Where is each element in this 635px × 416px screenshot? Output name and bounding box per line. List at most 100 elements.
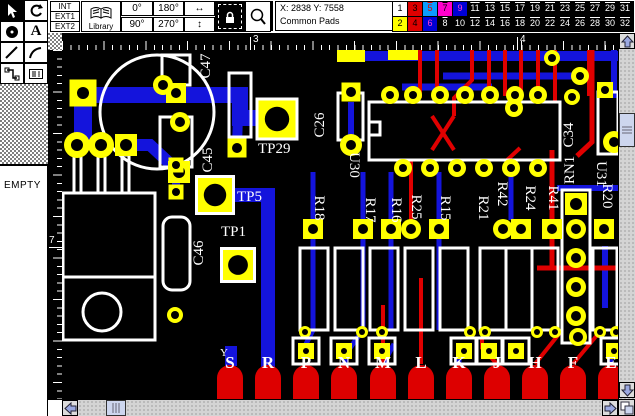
pcb-canvas[interactable]: C47C45C26C46C34TP29TP5TP1U30R18R17R16R25… [62, 50, 618, 399]
flip-horizontal-button[interactable]: ↔ [184, 1, 215, 16]
pcb-connector-letter: P [301, 353, 311, 372]
pad-tool-button[interactable] [0, 21, 24, 42]
scrollbar-gap [48, 399, 62, 416]
palette-color-25[interactable]: 25 [573, 2, 587, 16]
lock-selection-button[interactable] [215, 1, 245, 32]
thumb-grip-icon [111, 403, 121, 413]
pcb-connector-letter: E [605, 353, 616, 372]
palette-color-4[interactable]: 4 [408, 17, 422, 31]
palette-color-2[interactable]: 2 [393, 17, 407, 31]
pcb-connector-letter: Y [220, 347, 228, 359]
flip-vertical-button[interactable]: ↕ [184, 17, 215, 32]
thumb-grip-icon [622, 125, 632, 135]
library-button[interactable]: Library [81, 1, 121, 32]
rotate-0-button[interactable]: 0° [121, 1, 153, 16]
palette-color-27[interactable]: 27 [588, 2, 602, 16]
pcb-label: R42 [494, 181, 510, 206]
palette-color-7[interactable]: 7 [438, 2, 452, 16]
component-tool-button[interactable] [24, 63, 48, 84]
empty-label: EMPTY [4, 180, 47, 191]
vertical-scrollbar[interactable] [618, 33, 635, 399]
pcb-label: R17 [362, 197, 378, 223]
pcb-connector-letter: M [375, 353, 391, 372]
magnifier-icon [249, 7, 267, 27]
tool-palette: A [0, 0, 48, 84]
pcb-label: R18 [311, 195, 327, 220]
lock-icon [218, 4, 242, 29]
ruler-top: 34 [62, 33, 618, 50]
rotate-90-button[interactable]: 90° [121, 17, 153, 32]
palette-color-15[interactable]: 15 [498, 2, 512, 16]
pcb-label: TP29 [258, 141, 291, 157]
line-tool-button[interactable] [0, 42, 24, 63]
palette-color-32[interactable]: 32 [618, 17, 632, 31]
palette-color-3[interactable]: 3 [408, 2, 422, 16]
pcb-label: RN1 [562, 156, 578, 184]
pcb-label: R15 [437, 195, 453, 220]
ruler-label: 4 [520, 34, 526, 45]
palette-color-21[interactable]: 21 [543, 2, 557, 16]
text-tool-button[interactable]: A [24, 21, 48, 42]
palette-color-10[interactable]: 10 [453, 17, 467, 31]
scroll-up-button[interactable] [619, 33, 635, 49]
pointer-icon [4, 3, 20, 19]
palette-color-1[interactable]: 1 [393, 2, 407, 16]
palette-color-29[interactable]: 29 [603, 2, 617, 16]
palette-color-19[interactable]: 19 [528, 2, 542, 16]
palette-color-9[interactable]: 9 [453, 2, 467, 16]
arc-tool-button[interactable] [24, 42, 48, 63]
horizontal-scroll-thumb[interactable] [106, 400, 126, 416]
palette-color-22[interactable]: 22 [543, 17, 557, 31]
rotate-180-button[interactable]: 180° [153, 1, 184, 16]
book-icon [88, 5, 114, 22]
pcb-connector-letter: F [568, 353, 578, 372]
palette-color-17[interactable]: 17 [513, 2, 527, 16]
vertical-scroll-thumb[interactable] [619, 113, 635, 147]
palette-color-20[interactable]: 20 [528, 17, 542, 31]
palette-color-31[interactable]: 31 [618, 2, 632, 16]
palette-color-11[interactable]: 11 [468, 2, 482, 16]
scroll-right-button[interactable] [602, 400, 618, 416]
coordinate-readout: X: 2838 Y: 7558 [280, 2, 394, 15]
pcb-connector-letter: H [528, 353, 541, 372]
window: A INT EXT1 EXT2 [0, 0, 635, 416]
line-icon [4, 45, 20, 61]
arrow-right-icon [604, 402, 617, 415]
palette-color-26[interactable]: 26 [573, 17, 587, 31]
pcb-label: R16 [388, 197, 404, 223]
palette-color-5[interactable]: 5 [423, 2, 437, 16]
toolbar: INT EXT1 EXT2 Library 0° 180° 90° 270° ↔… [48, 0, 635, 34]
palette-color-24[interactable]: 24 [558, 17, 572, 31]
rotate-270-button[interactable]: 270° [153, 17, 184, 32]
palette-color-18[interactable]: 18 [513, 17, 527, 31]
pcb-label: U30 [346, 152, 362, 178]
library-label: Library [89, 22, 113, 31]
resize-icon [619, 400, 634, 415]
scroll-down-button[interactable] [619, 382, 635, 398]
palette-color-23[interactable]: 23 [558, 2, 572, 16]
palette-color-14[interactable]: 14 [483, 17, 497, 31]
pcb-connector-letter: N [338, 353, 351, 372]
horizontal-scrollbar[interactable] [62, 399, 618, 416]
pcb-label: C47 [198, 53, 214, 79]
arrow-down-icon [621, 384, 634, 397]
palette-color-8[interactable]: 8 [438, 17, 452, 31]
window-resize-button[interactable] [618, 399, 635, 416]
palette-color-13[interactable]: 13 [483, 2, 497, 16]
rotate-tool-button[interactable] [24, 0, 48, 21]
palette-color-12[interactable]: 12 [468, 17, 482, 31]
pad-icon [4, 24, 20, 40]
rotate-icon [28, 3, 44, 19]
pointer-tool-button[interactable] [0, 0, 24, 21]
component-icon [28, 66, 44, 82]
palette-color-16[interactable]: 16 [498, 17, 512, 31]
scroll-left-button[interactable] [62, 400, 78, 416]
trace-tool-button[interactable] [0, 63, 24, 84]
palette-color-6[interactable]: 6 [423, 17, 437, 31]
pcb-label: R41 [545, 185, 561, 210]
palette-color-28[interactable]: 28 [588, 17, 602, 31]
palette-color-30[interactable]: 30 [603, 17, 617, 31]
layer-ext2-button[interactable]: EXT2 [50, 21, 80, 32]
zoom-tool-button[interactable] [245, 1, 271, 32]
pcb-label: R25 [408, 194, 424, 219]
